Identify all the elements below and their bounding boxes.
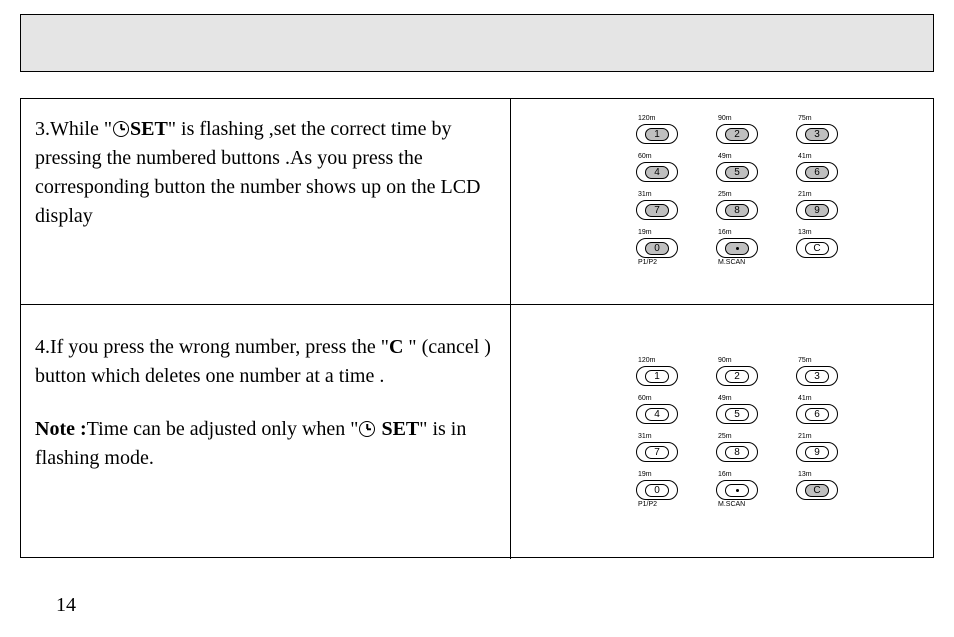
keypad-key-2: 2 — [716, 366, 758, 386]
key-label-top: 16m — [718, 229, 762, 237]
keypad-2: 120m1 90m2 75m3 60m4 49m5 41m6 31m7 25m8 21m9 19m… — [636, 357, 856, 509]
keypad-key-0: 0 — [636, 480, 678, 500]
keypad-key-8: 8 — [716, 200, 758, 220]
keypad-key-6: 6 — [796, 162, 838, 182]
keypad-1: 120m1 90m2 75m3 60m4 49m5 41m6 31m7 25m8 21m9 19m… — [636, 115, 856, 267]
note-label: Note : — [35, 418, 87, 440]
keypad-key-4: 4 — [636, 404, 678, 424]
key-label-top: 16m — [718, 471, 762, 479]
key-label-top: 90m — [718, 115, 762, 123]
keypad-key-• — [716, 238, 758, 258]
keypad-key-C: C — [796, 480, 838, 500]
key-label-bottom — [798, 183, 842, 191]
key-label-bottom — [638, 183, 682, 191]
keypad-key-8: 8 — [716, 442, 758, 462]
step4-c: C — [389, 336, 408, 358]
keypad-key-C: C — [796, 238, 838, 258]
dot-icon — [736, 247, 739, 250]
key-label-bottom — [718, 145, 762, 153]
key-label-top: 31m — [638, 191, 682, 199]
key-label-top: 90m — [718, 357, 762, 365]
key-label-bottom — [798, 259, 842, 267]
step-4-row: 4.If you press the wrong number, press t… — [21, 305, 933, 559]
keypad-key-4: 4 — [636, 162, 678, 182]
key-label-bottom — [718, 425, 762, 433]
key-label-top: 19m — [638, 229, 682, 237]
keypad-key-2: 2 — [716, 124, 758, 144]
keypad-2-cell: 120m1 90m2 75m3 60m4 49m5 41m6 31m7 25m8 21m9 19m… — [511, 305, 933, 559]
key-label-top: 25m — [718, 433, 762, 441]
key-label-bottom — [798, 387, 842, 395]
keypad-key-7: 7 — [636, 200, 678, 220]
dot-icon — [736, 489, 739, 492]
keypad-key-1: 1 — [636, 124, 678, 144]
keypad-key-5: 5 — [716, 404, 758, 424]
content-box: 3.While "SET" is flashing ,set the corre… — [20, 98, 934, 558]
keypad-key-5: 5 — [716, 162, 758, 182]
step-4-text: 4.If you press the wrong number, press t… — [21, 305, 511, 559]
step3-prefix: 3.While " — [35, 118, 112, 140]
key-label-top: 25m — [718, 191, 762, 199]
key-label-bottom — [798, 463, 842, 471]
clock-icon — [359, 421, 375, 437]
step-3-row: 3.While "SET" is flashing ,set the corre… — [21, 99, 933, 305]
key-label-bottom — [718, 463, 762, 471]
key-label-top: 49m — [718, 395, 762, 403]
clock-icon — [113, 121, 129, 137]
key-label-bottom — [798, 145, 842, 153]
key-label-top: 49m — [718, 153, 762, 161]
key-label-bottom — [638, 463, 682, 471]
key-label-bottom — [638, 425, 682, 433]
key-label-bottom: P1/P2 — [638, 501, 682, 509]
header-bar — [20, 14, 934, 72]
step3-set: SET — [130, 118, 168, 140]
key-label-top: 41m — [798, 395, 842, 403]
step-3-text: 3.While "SET" is flashing ,set the corre… — [21, 99, 511, 304]
keypad-key-3: 3 — [796, 124, 838, 144]
key-label-top: 13m — [798, 471, 842, 479]
key-label-top: 13m — [798, 229, 842, 237]
key-label-bottom — [638, 145, 682, 153]
keypad-key-9: 9 — [796, 442, 838, 462]
key-label-bottom: P1/P2 — [638, 259, 682, 267]
key-label-bottom — [638, 221, 682, 229]
key-label-top: 60m — [638, 153, 682, 161]
key-label-top: 31m — [638, 433, 682, 441]
page-number: 14 — [56, 594, 76, 617]
key-label-top: 41m — [798, 153, 842, 161]
key-label-bottom: M.SCAN — [718, 259, 762, 267]
note-text-1: Time can be adjusted only when " — [87, 418, 359, 440]
key-label-top: 21m — [798, 433, 842, 441]
key-label-top: 75m — [798, 357, 842, 365]
key-label-top: 120m — [638, 357, 682, 365]
step4-prefix: 4.If you press the wrong number, press t… — [35, 336, 389, 358]
key-label-top: 19m — [638, 471, 682, 479]
keypad-key-7: 7 — [636, 442, 678, 462]
key-label-top: 60m — [638, 395, 682, 403]
key-label-bottom — [798, 425, 842, 433]
keypad-key-9: 9 — [796, 200, 838, 220]
keypad-key-6: 6 — [796, 404, 838, 424]
keypad-1-cell: 120m1 90m2 75m3 60m4 49m5 41m6 31m7 25m8 21m9 19m… — [511, 99, 933, 304]
key-label-bottom — [798, 221, 842, 229]
keypad-key-3: 3 — [796, 366, 838, 386]
key-label-bottom — [718, 387, 762, 395]
keypad-key-• — [716, 480, 758, 500]
key-label-top: 120m — [638, 115, 682, 123]
note-set: SET — [376, 418, 419, 440]
keypad-key-0: 0 — [636, 238, 678, 258]
key-label-top: 75m — [798, 115, 842, 123]
keypad-key-1: 1 — [636, 366, 678, 386]
key-label-top: 21m — [798, 191, 842, 199]
key-label-bottom — [718, 183, 762, 191]
key-label-bottom — [798, 501, 842, 509]
key-label-bottom: M.SCAN — [718, 501, 762, 509]
key-label-bottom — [718, 221, 762, 229]
key-label-bottom — [638, 387, 682, 395]
